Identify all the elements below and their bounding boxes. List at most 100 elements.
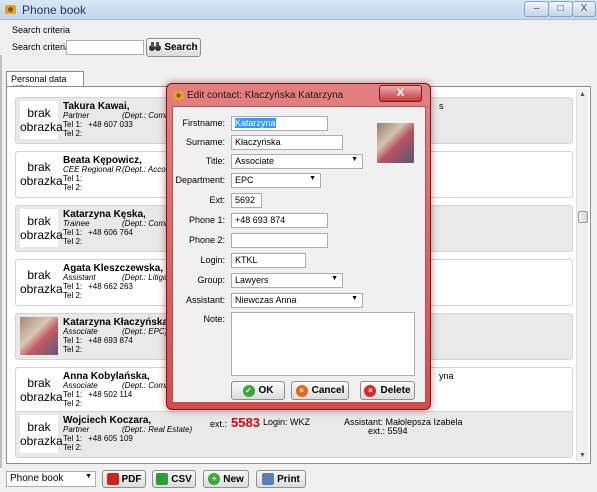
no-photo-placeholder: brak obrazka [20,371,63,409]
checkmark-icon: ✓ [242,384,255,397]
search-button[interactable]: Search [146,38,201,57]
pdf-icon [106,473,119,485]
contact-tel2: Tel 2: [63,399,83,408]
csv-button[interactable]: CSV [152,470,196,488]
note-textarea[interactable] [231,312,415,376]
surname-field[interactable]: Kłaczyńska [231,135,343,150]
window-title: Phone book [22,3,87,17]
contact-department: (Dept.: Comm [122,219,172,228]
no-photo-placeholder: brak obrazka [20,155,63,193]
print-button[interactable]: Print [256,470,306,488]
contact-tel1: Tel 1: +48 605 109 [63,434,133,443]
contact-tel1: Tel 1: +48 662 263 [63,282,133,291]
new-contact-button[interactable]: + New [203,470,249,488]
ext-number: 5583 [231,415,260,430]
chevron-down-icon: ▼ [331,275,338,282]
title-label: Title: [205,156,225,166]
contact-tel1: Tel 1: +48 693 874 [63,336,133,345]
truncated-text: yna [439,371,454,381]
contact-position: Assistant [63,273,96,282]
chevron-down-icon: ▼ [351,156,358,163]
ext-field[interactable]: 5692 [231,193,262,208]
contact-department: (Dept.: Comm [122,111,172,120]
phone1-field[interactable]: +48 693 874 [231,213,328,228]
contact-department: (Dept.: Comm [122,381,172,390]
contact-position: Partner [63,111,90,120]
delete-icon: × [364,384,377,397]
no-photo-placeholder: brak obrazka [20,415,63,453]
contact-card[interactable]: brak obrazka Wojciech Koczara, Partner (D… [15,411,573,458]
contact-department: (Dept.: Litigat [122,273,170,282]
contact-tel2: Tel 2: [63,183,83,192]
binoculars-icon [149,41,162,55]
dialog-body: Firstname: Katarzyna Surname: Kłaczyńska… [172,106,426,403]
left-border [0,55,2,468]
chevron-down-icon: ▼ [85,473,92,480]
contact-tel2: Tel 2: [63,291,83,300]
tab-personal-data[interactable]: Personal data (273) [6,71,84,94]
vertical-scrollbar[interactable]: ▲ ▼ [576,89,588,461]
group-label: Group: [197,275,225,285]
contact-tel2: Tel 2: [63,129,83,138]
dialog-close-button[interactable]: X [379,85,422,102]
login-field[interactable]: KTKL [231,253,306,268]
department-select[interactable]: EPC ▼ [231,173,321,188]
window-titlebar: Phone book – □ X [0,0,597,20]
contact-tel1: Tel 1: [63,174,83,183]
no-photo-placeholder: brak obrazka [20,101,63,139]
firstname-field[interactable]: Katarzyna [231,116,328,131]
maximize-button[interactable]: □ [548,1,573,17]
contact-position: Associate [63,381,98,390]
delete-button[interactable]: × Delete [360,381,415,400]
contact-photo [20,317,58,355]
contact-position: Associate [63,327,98,336]
no-photo-placeholder: brak obrazka [20,209,63,247]
contact-department: (Dept.: EPC) [122,327,168,336]
chevron-down-icon: ▼ [351,295,358,302]
assistant-select[interactable]: Niewczas Anna ▼ [231,293,363,308]
dialog-app-icon [173,90,184,101]
title-select[interactable]: Associate ▼ [231,154,363,169]
search-group-label: Search criteria [12,25,71,35]
cancel-button[interactable]: × Cancel [291,381,349,400]
search-criteria-label: Search criteria: [12,42,73,52]
phone-book-app-icon [4,3,17,16]
contact-position: CEE Regional R [63,165,122,174]
group-select[interactable]: Lawyers ▼ [231,273,343,288]
csv-icon [156,473,169,485]
contact-tel2: Tel 2: [63,443,83,452]
contact-tel1: Tel 1: +48 606 764 [63,228,133,237]
no-photo-placeholder: brak obrazka [20,263,63,301]
scroll-up-arrow-icon[interactable]: ▲ [579,91,586,98]
search-button-label: Search [164,42,198,53]
contact-ext: ext.: 5583 [210,415,260,430]
assistant-label: Assistant: [185,295,225,305]
printer-icon [262,473,275,485]
ok-button[interactable]: ✓ OK [231,381,285,400]
scroll-down-arrow-icon[interactable]: ▼ [579,452,586,459]
contact-login: Login: WKZ [263,417,311,427]
bottom-toolbar: Phone book ▼ PDF CSV + New Print [0,468,597,492]
minimize-button[interactable]: – [524,1,549,17]
contact-photo[interactable] [377,123,414,163]
edit-contact-dialog: Edit contact: Kłaczyńska Katarzyna X Fir… [166,83,431,410]
surname-label: Surname: [185,137,225,147]
contact-tel2: Tel 2: [63,237,83,246]
chevron-down-icon: ▼ [309,175,316,182]
scrollbar-thumb[interactable] [578,211,588,223]
phone1-label: Phone 1: [188,215,225,225]
pdf-button[interactable]: PDF [102,470,146,488]
department-label: Department: [175,175,225,185]
login-label: Login: [200,255,225,265]
cancel-icon: × [295,384,308,397]
contact-tel1: Tel 1: +48 607 033 [63,120,133,129]
phonebook-select[interactable]: Phone book ▼ [6,471,96,487]
search-input[interactable] [66,40,144,55]
truncated-text: s [439,101,444,111]
contact-tel2: Tel 2: [63,345,83,354]
ext-label: Ext: [209,195,225,205]
phone2-label: Phone 2: [188,235,225,245]
close-window-button[interactable]: X [572,1,596,17]
phone2-field[interactable] [231,233,328,248]
plus-icon: + [208,473,221,485]
